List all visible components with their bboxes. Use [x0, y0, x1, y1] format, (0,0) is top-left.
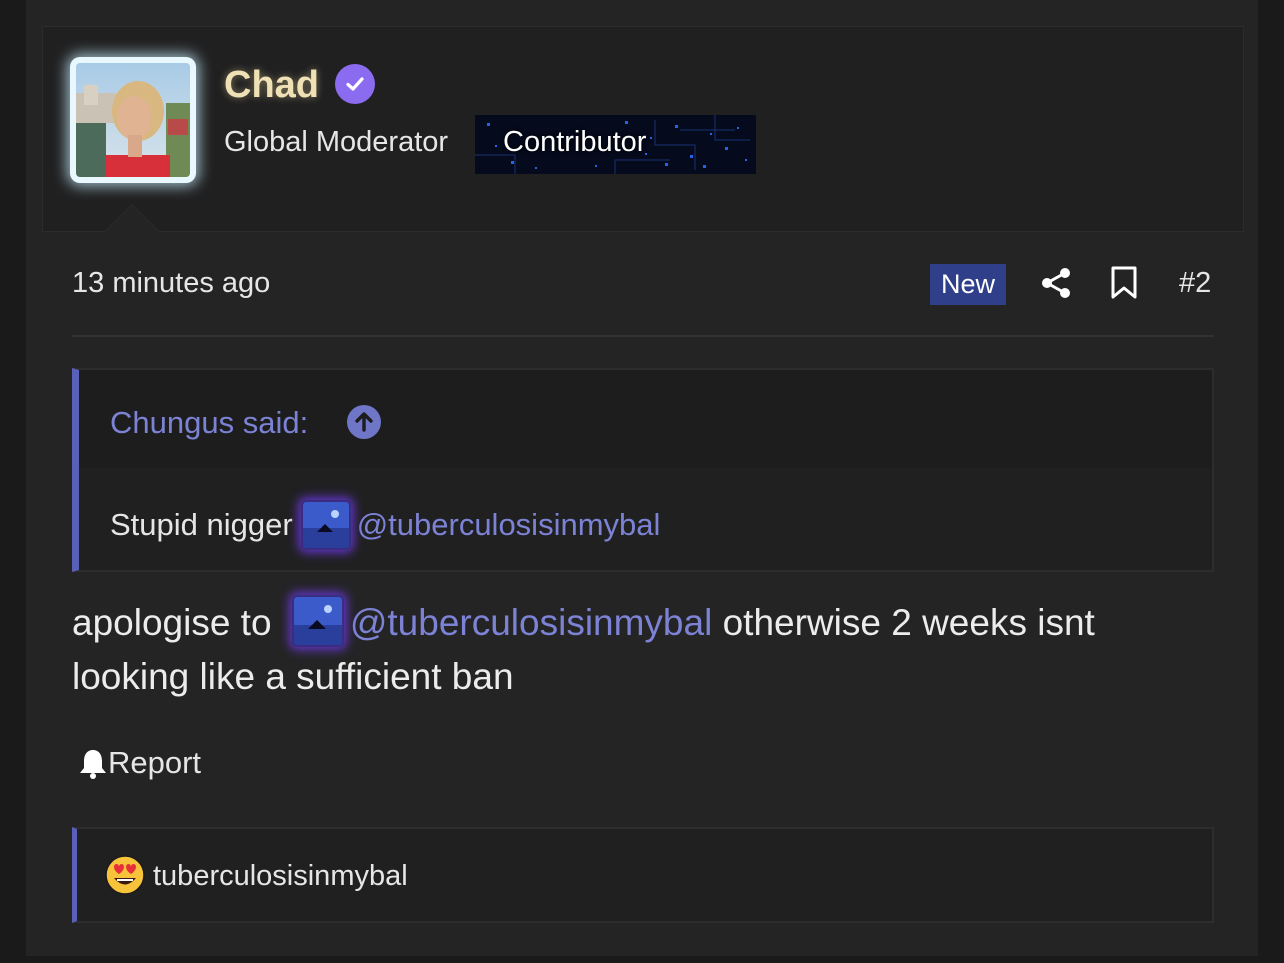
heart-eyes-emoji-icon — [105, 855, 145, 895]
report-button[interactable]: Report — [78, 745, 201, 781]
quote-text: Stupid nigger @tuberculosisinmybal — [110, 500, 660, 550]
quote-text-content: Stupid nigger — [110, 507, 293, 542]
post-number-link[interactable]: #2 — [1179, 267, 1211, 300]
post-timestamp[interactable]: 13 minutes ago — [72, 267, 270, 300]
post-body: apologise to @tuberculosisinmybal otherw… — [72, 595, 1212, 704]
bookmark-icon[interactable] — [1110, 266, 1138, 300]
arrow-up-circle-icon[interactable] — [347, 405, 381, 439]
quote-block: Chungus said: Stupid nigger @tuberculosi… — [72, 368, 1214, 572]
header-divider — [72, 335, 1214, 337]
new-badge: New — [930, 264, 1006, 305]
author-role: Global Moderator — [224, 126, 449, 158]
author-avatar[interactable] — [70, 57, 196, 183]
reaction-users-link[interactable]: tuberculosisinmybal — [153, 860, 408, 893]
contributor-banner: Contributor — [475, 115, 756, 174]
mention-avatar[interactable] — [291, 595, 344, 648]
post-bottom-edge — [26, 956, 1258, 963]
author-name[interactable]: Chad — [224, 64, 319, 107]
report-label: Report — [108, 745, 202, 780]
post-body-start: apologise to — [72, 602, 282, 643]
share-icon[interactable] — [1039, 266, 1073, 300]
quote-author-link[interactable]: Chungus said: — [110, 405, 308, 441]
reactions-bar: tuberculosisinmybal — [72, 827, 1214, 923]
banner-label: Contributor — [503, 126, 647, 158]
mention-avatar[interactable] — [300, 500, 351, 550]
bell-icon — [80, 750, 106, 779]
post-mention-link[interactable]: @tuberculosisinmybal — [350, 602, 712, 643]
quote-mention-link[interactable]: @tuberculosisinmybal — [357, 507, 661, 543]
card-caret — [104, 205, 160, 233]
verified-check-icon — [335, 64, 375, 104]
